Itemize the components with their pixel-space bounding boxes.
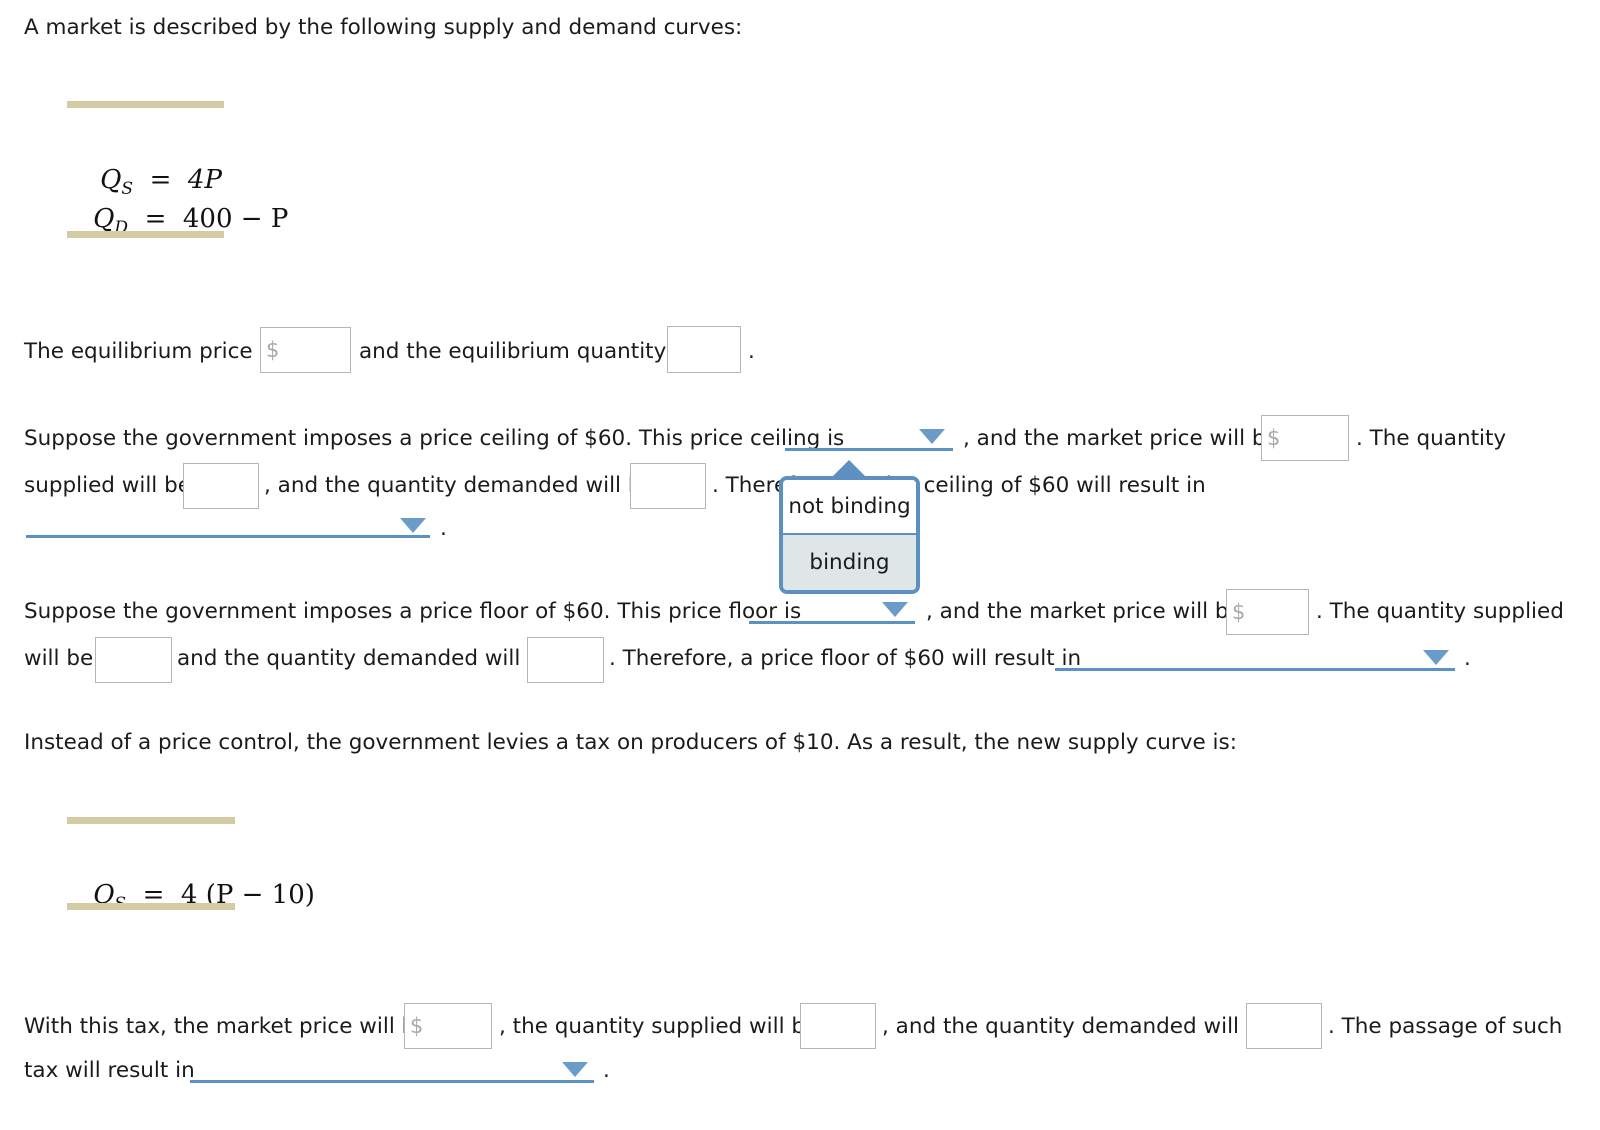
equation-top-rule-2 bbox=[67, 817, 235, 824]
ceiling-line1-c: . The quantity bbox=[1356, 426, 1507, 451]
tax-line2-a: tax will result in bbox=[24, 1058, 195, 1083]
ceiling-line2-a: supplied will be bbox=[24, 473, 191, 498]
tax-line2-end: . bbox=[603, 1058, 610, 1083]
tax-line1-c: , and the quantity demanded will be bbox=[882, 1014, 1273, 1039]
tax-intro-text: Instead of a price control, the governme… bbox=[24, 730, 1237, 755]
ceiling-binding-caret-down-icon[interactable] bbox=[919, 429, 945, 444]
equation-bottom-rule-2 bbox=[67, 903, 235, 910]
floor-qty-demanded-input[interactable] bbox=[527, 637, 604, 683]
dropdown-option-not-binding[interactable]: not binding bbox=[783, 480, 916, 535]
worksheet-page: A market is described by the following s… bbox=[0, 0, 1600, 1130]
equilibrium-end-period: . bbox=[748, 339, 755, 364]
floor-line2-b: and the quantity demanded will be bbox=[177, 646, 555, 671]
floor-result-caret-down-icon[interactable] bbox=[1423, 650, 1449, 665]
tax-result-select[interactable] bbox=[190, 1050, 594, 1083]
binding-dropdown-popup[interactable]: not binding binding bbox=[779, 476, 920, 594]
ceiling-result-caret-down-icon[interactable] bbox=[400, 518, 426, 533]
equation-bottom-rule-1 bbox=[67, 231, 224, 238]
floor-market-price-input[interactable] bbox=[1226, 589, 1309, 635]
floor-line1-c: . The quantity supplied bbox=[1316, 599, 1564, 624]
floor-line2-c: . Therefore, a price floor of $60 will r… bbox=[609, 646, 1082, 671]
floor-binding-caret-down-icon[interactable] bbox=[882, 602, 908, 617]
equilibrium-lead-text: The equilibrium price is bbox=[24, 339, 277, 364]
dropdown-option-binding[interactable]: binding bbox=[783, 535, 916, 590]
ceiling-qty-demanded-input[interactable] bbox=[630, 463, 706, 509]
tax-result-caret-down-icon[interactable] bbox=[562, 1062, 588, 1077]
floor-line1-b: , and the market price will be bbox=[926, 599, 1242, 624]
tax-qty-demanded-input[interactable] bbox=[1246, 1003, 1322, 1049]
ceiling-market-price-input[interactable] bbox=[1261, 415, 1349, 461]
floor-qty-supplied-input[interactable] bbox=[95, 637, 172, 683]
equilibrium-price-input[interactable] bbox=[260, 327, 351, 373]
tax-market-price-input[interactable] bbox=[404, 1003, 492, 1049]
equation-qd-400-p: QD = 400 − P bbox=[60, 174, 288, 268]
equation-top-rule-1 bbox=[67, 101, 224, 108]
ceiling-line1-a: Suppose the government imposes a price c… bbox=[24, 426, 845, 451]
tax-line1-b: , the quantity supplied will be bbox=[499, 1014, 819, 1039]
equilibrium-quantity-input[interactable] bbox=[667, 326, 741, 373]
intro-text: A market is described by the following s… bbox=[24, 15, 743, 40]
tax-qty-supplied-input[interactable] bbox=[800, 1003, 876, 1049]
tax-line1-d: . The passage of such bbox=[1328, 1014, 1563, 1039]
floor-line1-a: Suppose the government imposes a price f… bbox=[24, 599, 802, 624]
ceiling-line2-b: , and the quantity demanded will be bbox=[264, 473, 655, 498]
equilibrium-mid-text: and the equilibrium quantity is bbox=[359, 339, 691, 364]
ceiling-line1-b: , and the market price will be bbox=[963, 426, 1279, 451]
tax-line1-a: With this tax, the market price will be bbox=[24, 1014, 429, 1039]
floor-line2-end: . bbox=[1464, 646, 1471, 671]
eq1-line2-eq: = bbox=[144, 204, 167, 234]
floor-line2-a: will be bbox=[24, 646, 94, 671]
ceiling-qty-supplied-input[interactable] bbox=[183, 463, 259, 509]
floor-result-select[interactable] bbox=[1055, 638, 1455, 671]
ceiling-line3-end: . bbox=[440, 516, 447, 541]
dropdown-pointer-arrow-icon bbox=[832, 460, 866, 477]
eq1-line2-rhs: 400 − P bbox=[182, 204, 289, 234]
equation-qs-4p-minus-10: QS = 4 (P − 10) bbox=[60, 850, 315, 944]
ceiling-result-select[interactable] bbox=[26, 505, 430, 538]
eq1-line2-lhs: Q bbox=[93, 204, 115, 234]
